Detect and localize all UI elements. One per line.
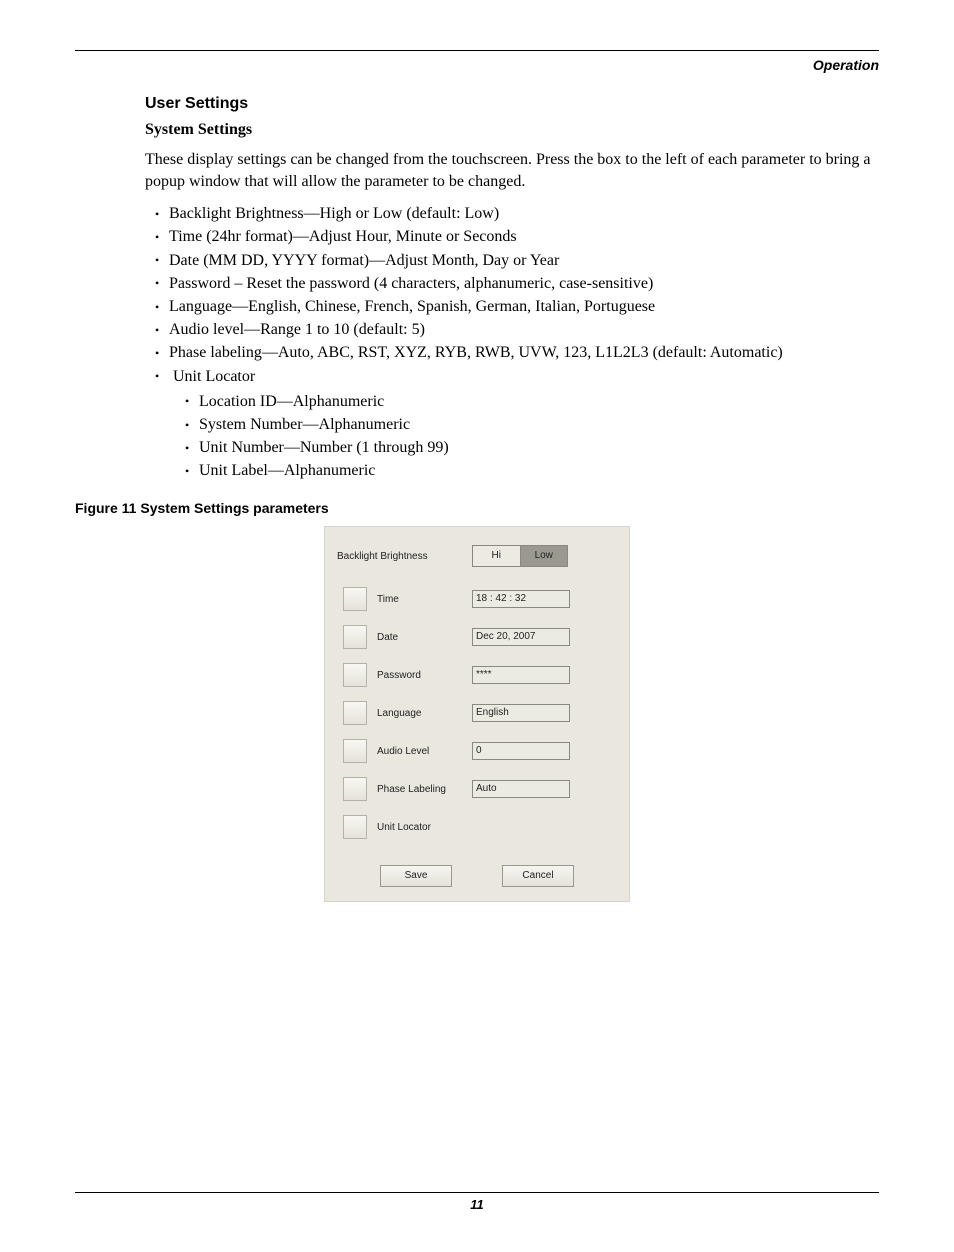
password-box[interactable] [343,663,367,687]
list-item: Unit Label—Alphanumeric [187,459,879,482]
settings-list: Backlight Brightness—High or Low (defaul… [145,202,879,482]
date-label: Date [377,632,472,643]
list-item: Unit Locator Location ID—Alphanumeric Sy… [157,365,879,483]
page-number: 11 [75,1197,879,1212]
password-value[interactable]: **** [472,666,570,684]
time-label: Time [377,594,472,605]
list-item: System Number—Alphanumeric [187,413,879,436]
language-label: Language [377,708,472,719]
backlight-low-option[interactable]: Low [521,546,568,566]
heading-system-settings: System Settings [145,121,879,139]
backlight-label: Backlight Brightness [337,551,472,562]
time-value[interactable]: 18 : 42 : 32 [472,590,570,608]
list-item: Unit Number—Number (1 through 99) [187,436,879,459]
backlight-hi-option[interactable]: Hi [473,546,520,566]
locator-box[interactable] [343,815,367,839]
list-item: Time (24hr format)—Adjust Hour, Minute o… [157,225,879,248]
list-item-label: Unit Locator [173,368,255,385]
heading-user-settings: User Settings [145,95,879,113]
language-box[interactable] [343,701,367,725]
locator-label: Unit Locator [377,822,472,833]
backlight-toggle[interactable]: Hi Low [472,545,568,567]
time-box[interactable] [343,587,367,611]
settings-panel: Backlight Brightness Hi Low Time 18 : 42… [324,526,630,902]
audio-label: Audio Level [377,746,472,757]
list-item: Audio level—Range 1 to 10 (default: 5) [157,318,879,341]
audio-box[interactable] [343,739,367,763]
list-item: Language—English, Chinese, French, Spani… [157,295,879,318]
language-value[interactable]: English [472,704,570,722]
list-item: Password – Reset the password (4 charact… [157,272,879,295]
phase-label: Phase Labeling [377,784,472,795]
figure-caption: Figure 11 System Settings parameters [75,500,879,516]
section-header: Operation [75,57,879,73]
save-button[interactable]: Save [380,865,452,887]
list-item: Phase labeling—Auto, ABC, RST, XYZ, RYB,… [157,341,879,364]
list-item: Date (MM DD, YYYY format)—Adjust Month, … [157,249,879,272]
date-value[interactable]: Dec 20, 2007 [472,628,570,646]
audio-value[interactable]: 0 [472,742,570,760]
cancel-button[interactable]: Cancel [502,865,574,887]
phase-value[interactable]: Auto [472,780,570,798]
list-item: Backlight Brightness—High or Low (defaul… [157,202,879,225]
password-label: Password [377,670,472,681]
intro-paragraph: These display settings can be changed fr… [145,149,879,192]
list-item: Location ID—Alphanumeric [187,390,879,413]
phase-box[interactable] [343,777,367,801]
date-box[interactable] [343,625,367,649]
sub-list: Location ID—Alphanumeric System Number—A… [157,390,879,483]
